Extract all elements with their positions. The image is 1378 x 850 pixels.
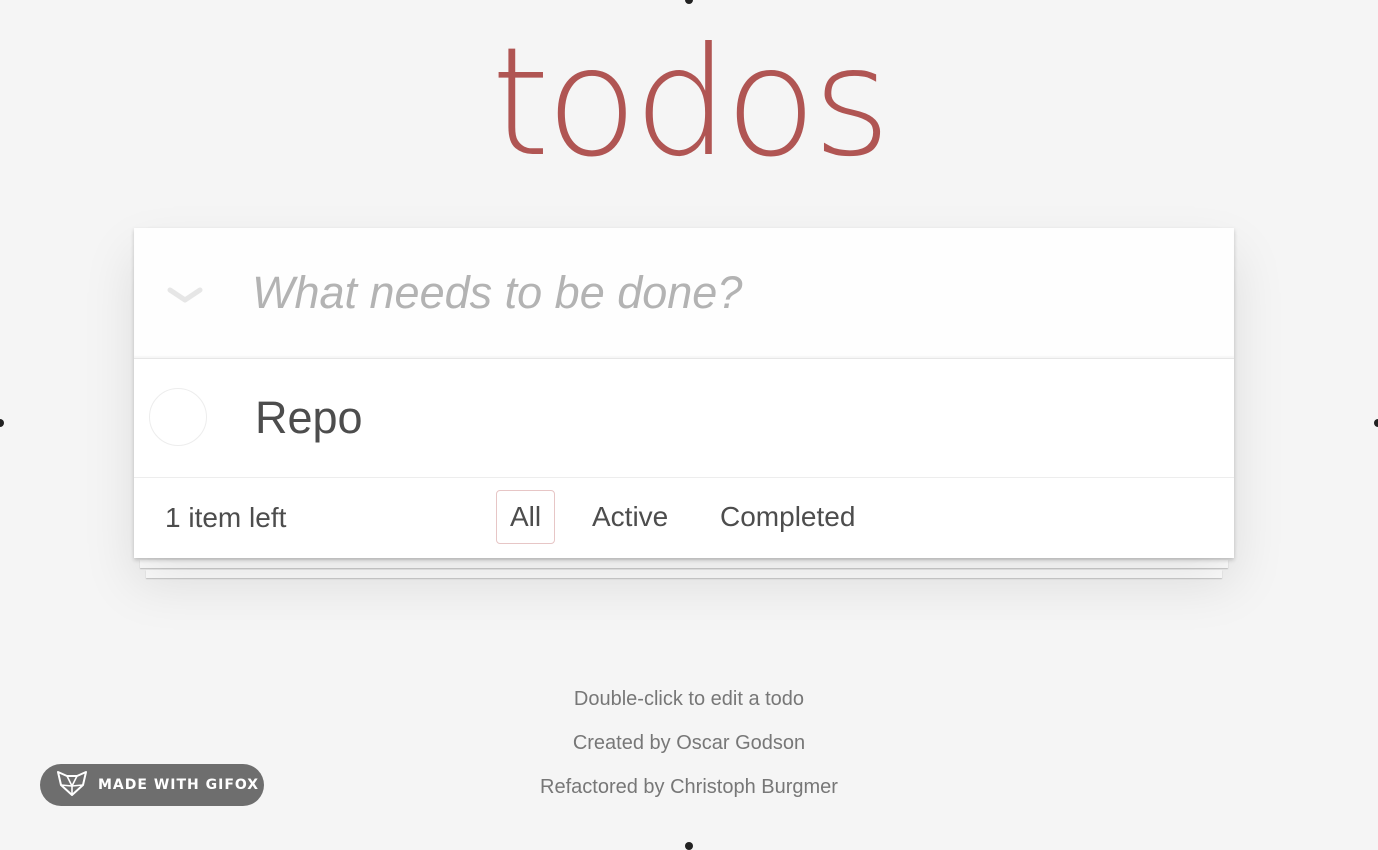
new-todo-header — [134, 228, 1234, 359]
info-created-by: Created by Oscar Godson — [572, 732, 806, 754]
resize-handle-bottom[interactable] — [685, 842, 693, 850]
fox-icon — [56, 769, 88, 802]
app-title: todos — [491, 16, 891, 190]
chevron-down-icon[interactable] — [164, 280, 206, 310]
resize-handle-left[interactable] — [0, 419, 4, 427]
items-left-count: 1 item left — [165, 502, 287, 533]
resize-handle-right[interactable] — [1374, 419, 1378, 427]
made-with-gifox-badge[interactable]: MADE WITH GIFOX — [40, 764, 264, 806]
filter-all[interactable]: All — [496, 490, 556, 544]
new-todo-input[interactable] — [252, 258, 1202, 328]
todo-footer: 1 item left All Active Completed — [134, 478, 1234, 558]
list-stack-shadow — [140, 560, 1228, 568]
todo-app-panel: Repo 1 item left All Active Completed — [134, 228, 1234, 558]
todo-complete-checkbox[interactable] — [149, 388, 207, 446]
info-edit-hint: Double-click to edit a todo — [573, 688, 805, 710]
todo-item[interactable]: Repo — [134, 359, 1234, 478]
resize-handle-top[interactable] — [685, 0, 693, 4]
badge-label: MADE WITH GIFOX — [98, 777, 260, 793]
todo-label[interactable]: Repo — [255, 391, 363, 445]
list-stack-shadow — [146, 570, 1222, 578]
filter-completed[interactable]: Completed — [706, 490, 869, 544]
filter-active[interactable]: Active — [578, 490, 682, 544]
